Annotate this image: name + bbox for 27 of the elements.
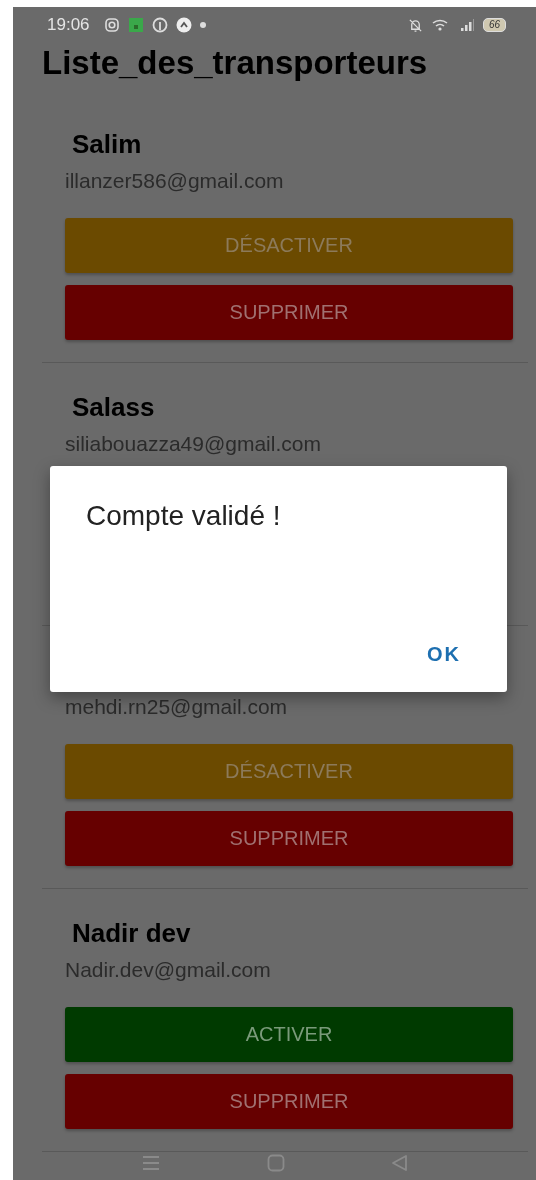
transporter-email: siliabouazza49@gmail.com [65,431,322,457]
back-icon[interactable] [390,1154,409,1172]
menu-icon[interactable] [140,1155,161,1171]
transporter-email: Nadir.dev@gmail.com [65,957,272,983]
home-icon[interactable] [266,1154,285,1172]
bell-off-icon [407,17,423,33]
ok-button[interactable]: OK [417,639,471,670]
battery-indicator: 66 [482,18,506,32]
transporter-name: Salass [71,391,156,423]
chevron-up-icon [175,17,192,33]
activate-button[interactable]: ACTIVER [65,1007,513,1062]
delete-button[interactable]: SUPPRIMER [65,285,513,340]
deactivate-button[interactable]: DÉSACTIVER [65,218,513,273]
delete-button[interactable]: SUPPRIMER [65,811,513,866]
transporter-email: illanzer586@gmail.com [65,168,285,194]
camera-icon [103,17,120,33]
status-time: 19:06 [47,15,90,35]
dot-icon [199,22,206,28]
signal-icon [458,17,475,33]
page-title: Liste_des_transporteurs [41,43,429,83]
transporter-email: mehdi.rn25@gmail.com [65,694,289,720]
transporter-name: Salim [71,128,143,160]
delete-button[interactable]: SUPPRIMER [65,1074,513,1129]
deactivate-button[interactable]: DÉSACTIVER [65,744,513,799]
transporter-name: Nadir dev [71,917,192,949]
dialog-message: Compte validé ! [86,500,282,532]
app-icon [127,17,144,33]
